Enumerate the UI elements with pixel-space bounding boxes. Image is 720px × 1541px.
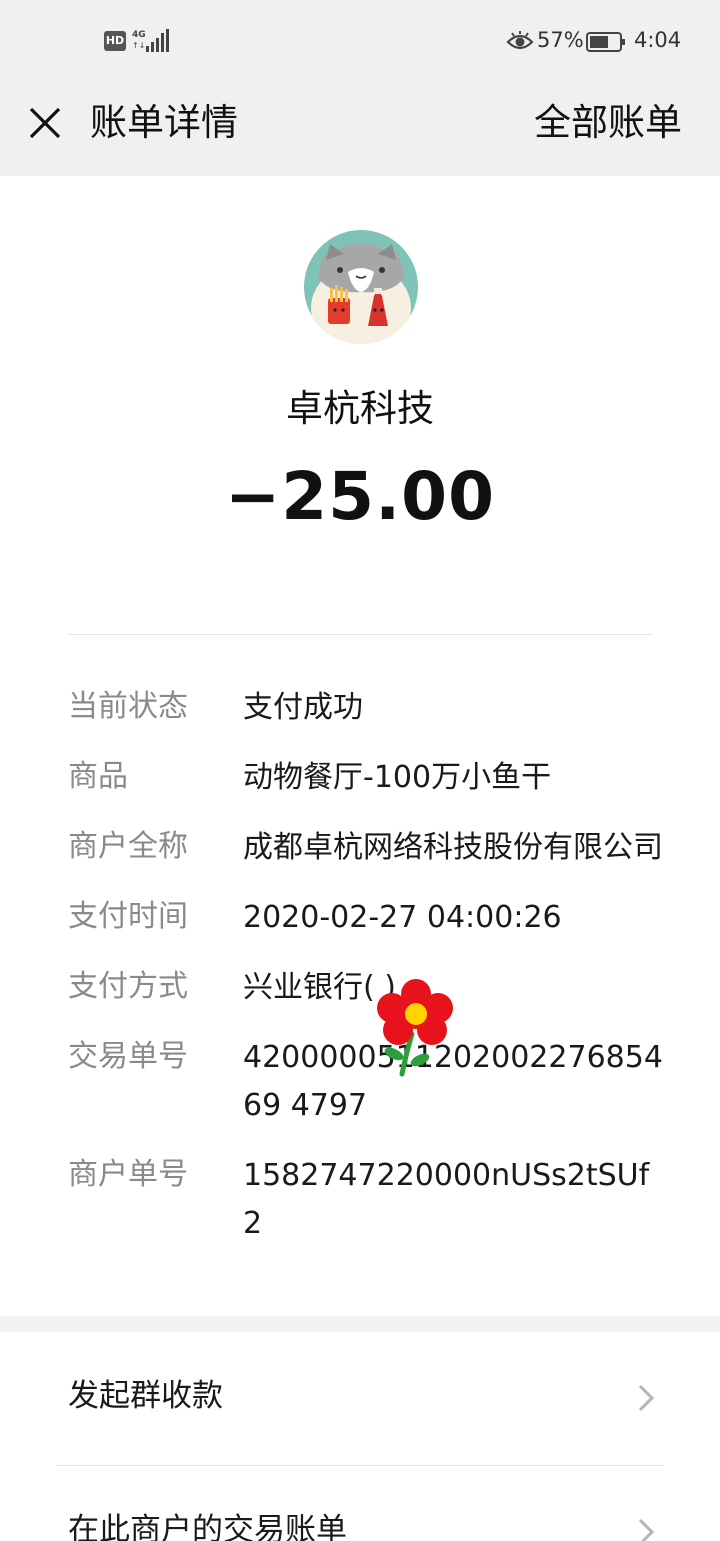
detail-label: 商户全称: [68, 829, 188, 864]
signal-icon: 4G ↑↓: [132, 29, 169, 52]
status-bar: HD 4G ↑↓ 57% 4:04: [0, 0, 720, 84]
detail-label: 商品: [68, 759, 128, 794]
detail-row-merchant-fullname: 商户全称 成都卓杭网络科技股份有限公司: [68, 824, 668, 872]
detail-row-status: 当前状态 支付成功: [68, 684, 668, 732]
page-title: 账单详情: [90, 101, 238, 144]
merchant-avatar: [304, 230, 418, 344]
all-bills-link[interactable]: 全部账单: [534, 100, 682, 146]
detail-value: 动物餐厅-100万小鱼干: [243, 760, 552, 795]
transaction-details: 当前状态 支付成功 商品 动物餐厅-100万小鱼干 商户全称 成都卓杭网络科技股…: [68, 684, 668, 1270]
detail-value: 1582747220000nUSs2tSUf2: [243, 1158, 650, 1241]
chevron-right-icon: [638, 1384, 655, 1412]
merchant-name: 卓杭科技: [286, 387, 434, 430]
battery-percent: 57%: [537, 28, 584, 52]
battery-icon: [586, 32, 625, 52]
detail-label: 交易单号: [68, 1039, 188, 1074]
close-icon: [29, 107, 61, 139]
merchant-bills-button[interactable]: 在此商户的交易账单: [0, 1466, 720, 1541]
detail-label: 商户单号: [68, 1157, 188, 1192]
flower-sticker-icon: [377, 979, 453, 1077]
group-collect-button[interactable]: 发起群收款: [0, 1332, 720, 1464]
detail-value: 成都卓杭网络科技股份有限公司: [243, 830, 663, 865]
detail-label: 支付方式: [68, 969, 188, 1004]
detail-row-pay-time: 支付时间 2020-02-27 04:00:26: [68, 894, 668, 942]
divider: [68, 634, 653, 635]
top-bar: HD 4G ↑↓ 57% 4:04 账单详情 全部账单: [0, 0, 720, 176]
detail-row-transaction-id: 交易单号 420000051120200227685469 4797: [68, 1034, 668, 1130]
close-button[interactable]: [22, 100, 68, 146]
transaction-amount: −25.00: [224, 458, 496, 535]
svg-text:4G: 4G: [132, 30, 146, 40]
status-time: 4:04: [634, 28, 682, 52]
detail-value: 支付成功: [243, 690, 363, 725]
cartoon-cat-avatar-icon: [304, 230, 418, 344]
menu-label: 发起群收款: [68, 1378, 223, 1414]
menu-label: 在此商户的交易账单: [68, 1512, 347, 1541]
detail-row-merchant-order-id: 商户单号 1582747220000nUSs2tSUf2: [68, 1152, 668, 1248]
section-separator: [0, 1316, 720, 1332]
detail-row-product: 商品 动物餐厅-100万小鱼干: [68, 754, 668, 802]
svg-text:↑↓: ↑↓: [132, 41, 145, 50]
detail-label: 支付时间: [68, 899, 188, 934]
chevron-right-icon: [638, 1518, 655, 1541]
detail-label: 当前状态: [68, 689, 188, 724]
eye-comfort-icon: [506, 31, 534, 50]
detail-row-pay-method: 支付方式 兴业银行( ): [68, 964, 668, 1012]
hd-icon: HD: [104, 31, 126, 51]
detail-value: 2020-02-27 04:00:26: [243, 900, 562, 935]
nav-header: 账单详情 全部账单: [0, 84, 720, 176]
